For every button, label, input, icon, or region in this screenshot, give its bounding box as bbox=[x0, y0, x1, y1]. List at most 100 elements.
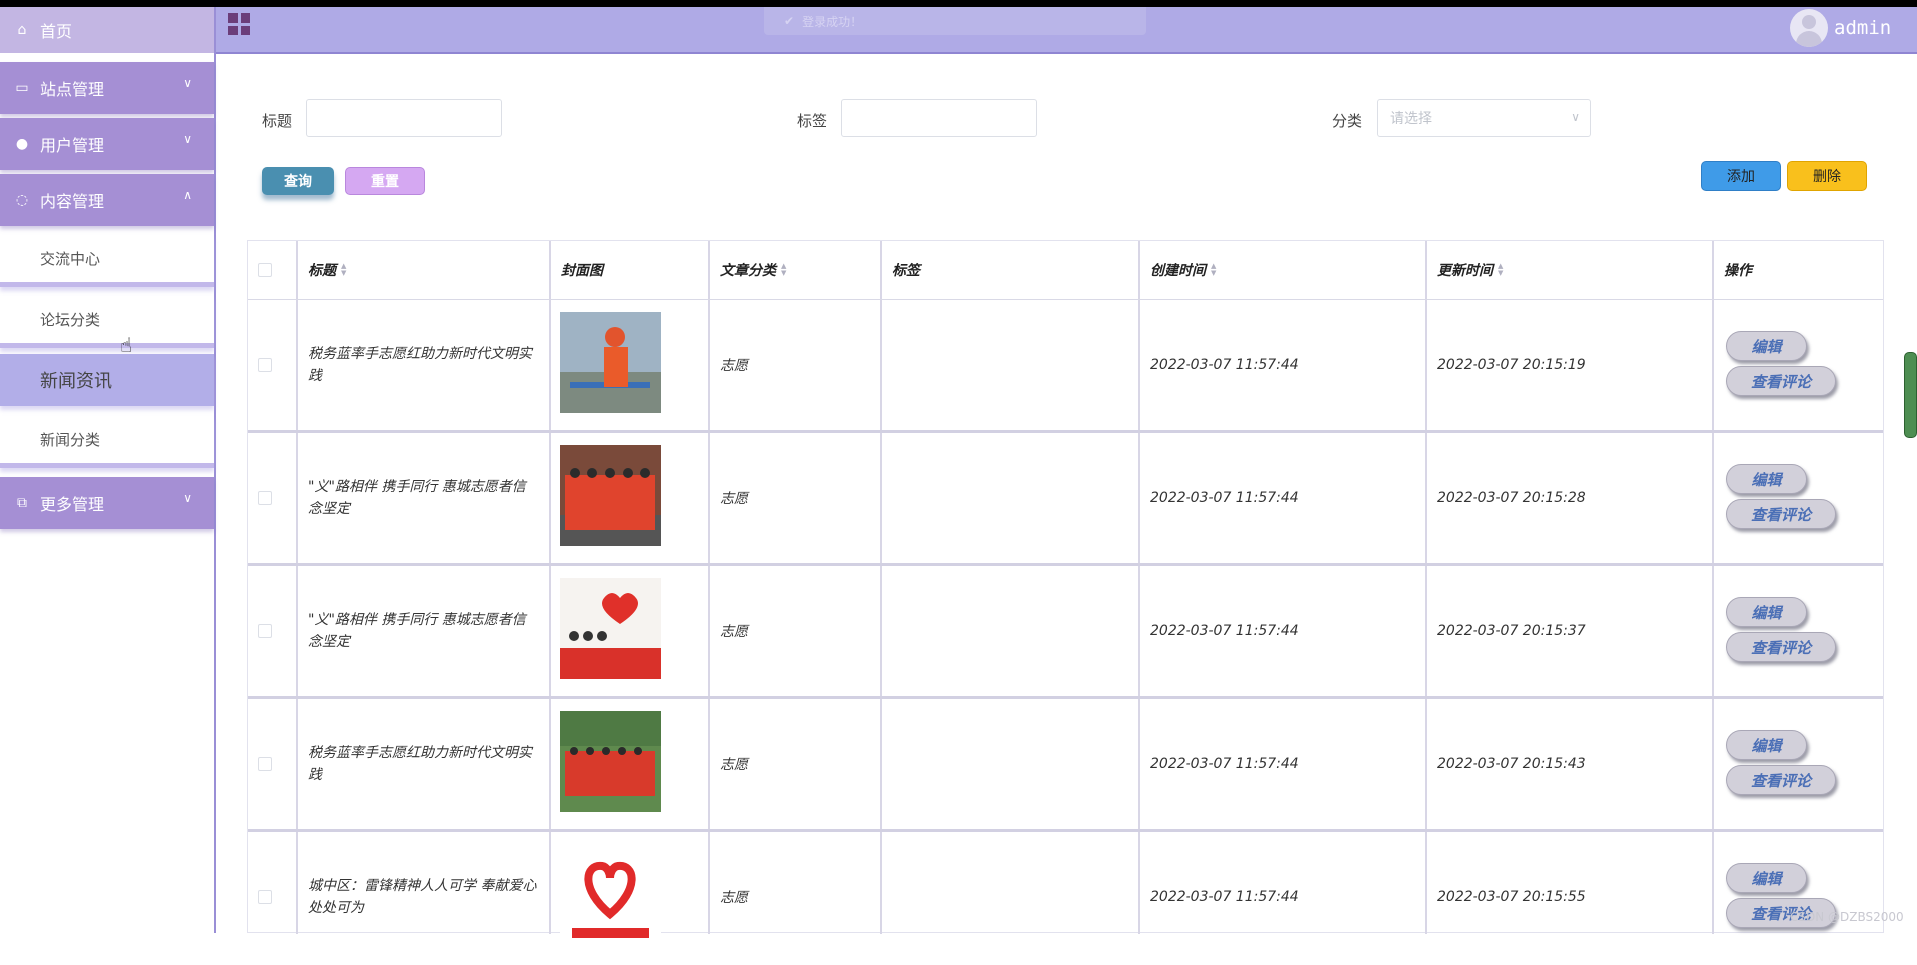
monitor-icon: ▭ bbox=[15, 80, 29, 96]
sidebar-item-exchange-center[interactable]: 交流中心 bbox=[0, 235, 214, 287]
title-filter-label: 标题 bbox=[262, 112, 293, 130]
news-table: 标题 ▲ ▼ 封面图 文章分类 ▲ ▼ 标签 创建时间 ▲ ▼ 更新时间 ▲ ▼ 操作 … bbox=[247, 240, 1884, 945]
sidebar-item-label: 交流中心 bbox=[40, 250, 101, 268]
edit-button[interactable]: 编辑 bbox=[1726, 597, 1807, 627]
edit-button[interactable]: 编辑 bbox=[1726, 331, 1807, 361]
sidebar-group-site[interactable]: ▭ 站点管理 ∨ bbox=[0, 62, 214, 114]
sidebar-item-label: 论坛分类 bbox=[40, 311, 101, 329]
cover-image bbox=[560, 445, 661, 546]
row-category: 志愿 bbox=[720, 890, 748, 906]
select-all-checkbox[interactable] bbox=[258, 263, 272, 277]
header-label: 标题 bbox=[308, 263, 336, 279]
sidebar-item-news-category[interactable]: 新闻分类 bbox=[0, 416, 214, 468]
row-created: 2022-03-07 11:57:44 bbox=[1150, 889, 1299, 905]
toast-text: 登录成功！ bbox=[802, 14, 863, 29]
cover-image bbox=[560, 578, 661, 679]
sort-icon[interactable]: ▲ ▼ bbox=[781, 263, 786, 277]
view-comments-button[interactable]: 查看评论 bbox=[1726, 632, 1836, 662]
edit-button[interactable]: 编辑 bbox=[1726, 863, 1807, 893]
sidebar-group-more[interactable]: ⧉ 更多管理 ∨ bbox=[0, 477, 214, 529]
reset-button[interactable]: 重置 bbox=[345, 167, 425, 195]
table-header: 标题 ▲ ▼ 封面图 文章分类 ▲ ▼ 标签 创建时间 ▲ ▼ 更新时间 ▲ ▼ 操作 bbox=[248, 241, 1883, 300]
chevron-down-icon: ∨ bbox=[183, 76, 192, 90]
row-checkbox[interactable] bbox=[258, 757, 272, 771]
home-icon: ⌂ bbox=[17, 22, 27, 38]
header-category[interactable]: 文章分类 ▲ ▼ bbox=[710, 241, 878, 299]
sidebar-group-label: 内容管理 bbox=[40, 192, 105, 211]
row-category: 志愿 bbox=[720, 624, 748, 640]
sidebar-item-forum-category[interactable]: 论坛分类 bbox=[0, 296, 214, 348]
tag-filter-label: 标签 bbox=[797, 112, 828, 130]
row-title: 税务蓝率手志愿红助力新时代文明实践 bbox=[308, 346, 532, 384]
user-icon: ● bbox=[15, 136, 29, 152]
row-title: "义"路相伴 携手同行 惠城志愿者信念坚定 bbox=[308, 479, 526, 517]
row-updated: 2022-03-07 20:15:19 bbox=[1437, 357, 1586, 373]
view-comments-button[interactable]: 查看评论 bbox=[1726, 499, 1836, 529]
row-created: 2022-03-07 11:57:44 bbox=[1150, 490, 1299, 506]
sidebar-group-label: 更多管理 bbox=[40, 495, 105, 514]
cover-image bbox=[560, 711, 661, 812]
header-title[interactable]: 标题 ▲ ▼ bbox=[298, 241, 548, 299]
row-checkbox[interactable] bbox=[258, 890, 272, 904]
query-button[interactable]: 查询 bbox=[262, 167, 334, 195]
title-filter-input[interactable] bbox=[306, 99, 502, 137]
avatar[interactable] bbox=[1790, 9, 1828, 47]
header-label: 文章分类 bbox=[720, 263, 776, 279]
category-placeholder: 请选择 bbox=[1390, 111, 1432, 127]
header-actions: 操作 bbox=[1714, 241, 1874, 299]
row-category: 志愿 bbox=[720, 491, 748, 507]
username[interactable]: admin bbox=[1834, 17, 1891, 39]
row-category: 志愿 bbox=[720, 358, 748, 374]
row-tags bbox=[882, 699, 892, 829]
edit-button[interactable]: 编辑 bbox=[1726, 464, 1807, 494]
row-tags bbox=[882, 832, 892, 962]
sort-icon[interactable]: ▲ ▼ bbox=[1211, 263, 1216, 277]
header-updated[interactable]: 更新时间 ▲ ▼ bbox=[1427, 241, 1710, 299]
vertical-scrollbar[interactable] bbox=[1904, 352, 1917, 438]
row-tags bbox=[882, 433, 892, 563]
row-updated: 2022-03-07 20:15:28 bbox=[1437, 490, 1586, 506]
category-filter-label: 分类 bbox=[1332, 112, 1363, 130]
delete-button[interactable]: 删除 bbox=[1787, 161, 1867, 191]
row-checkbox[interactable] bbox=[258, 491, 272, 505]
sidebar-item-label: 新闻分类 bbox=[40, 431, 101, 449]
header-label: 创建时间 bbox=[1150, 263, 1206, 279]
mouse-pointer-icon: ☝ bbox=[120, 333, 133, 357]
row-created: 2022-03-07 11:57:44 bbox=[1150, 623, 1299, 639]
row-checkbox[interactable] bbox=[258, 624, 272, 638]
edit-button[interactable]: 编辑 bbox=[1726, 730, 1807, 760]
category-select[interactable]: 请选择 ∨ bbox=[1377, 99, 1591, 137]
row-title: 税务蓝率手志愿红助力新时代文明实践 bbox=[308, 745, 532, 783]
sidebar-item-news[interactable]: 新闻资讯 bbox=[0, 354, 214, 406]
grid-menu-icon[interactable] bbox=[228, 13, 250, 35]
header-created[interactable]: 创建时间 ▲ ▼ bbox=[1140, 241, 1423, 299]
chevron-down-icon: ∨ bbox=[1571, 110, 1580, 124]
table-row: 税务蓝率手志愿红助力新时代文明实践 志愿 2022-03-07 11:57:44… bbox=[248, 699, 1883, 832]
row-updated: 2022-03-07 20:15:55 bbox=[1437, 889, 1586, 905]
tag-filter-input[interactable] bbox=[841, 99, 1037, 137]
sidebar: ⌂ 首页 ▭ 站点管理 ∨ ● 用户管理 ∨ ◌ 内容管理 ∧ 交流中心 论坛分… bbox=[0, 7, 216, 933]
view-comments-button[interactable]: 查看评论 bbox=[1726, 765, 1836, 795]
row-category: 志愿 bbox=[720, 757, 748, 773]
header-label: 标签 bbox=[892, 263, 920, 279]
row-tags bbox=[882, 566, 892, 696]
sidebar-item-home[interactable]: ⌂ 首页 bbox=[0, 7, 214, 53]
view-comments-button[interactable]: 查看评论 bbox=[1726, 366, 1836, 396]
sort-icon[interactable]: ▲ ▼ bbox=[341, 263, 346, 277]
table-row: 城中区：雷锋精神人人可学 奉献爱心处处可为 志愿 2022-03-07 11:5… bbox=[248, 832, 1883, 965]
sidebar-group-label: 站点管理 bbox=[40, 80, 105, 99]
row-title: 城中区：雷锋精神人人可学 奉献爱心处处可为 bbox=[308, 878, 537, 916]
sort-icon[interactable]: ▲ ▼ bbox=[1498, 263, 1503, 277]
sidebar-group-users[interactable]: ● 用户管理 ∨ bbox=[0, 118, 214, 170]
cover-image bbox=[560, 312, 661, 413]
row-checkbox[interactable] bbox=[258, 358, 272, 372]
header-tags: 标签 bbox=[882, 241, 1136, 299]
row-created: 2022-03-07 11:57:44 bbox=[1150, 756, 1299, 772]
table-row: "义"路相伴 携手同行 惠城志愿者信念坚定 志愿 2022-03-07 11:5… bbox=[248, 433, 1883, 566]
toast-message: ✔ 登录成功！ bbox=[764, 7, 1146, 35]
add-button[interactable]: 添加 bbox=[1701, 161, 1781, 191]
header-label: 操作 bbox=[1724, 263, 1752, 279]
sidebar-group-content[interactable]: ◌ 内容管理 ∧ bbox=[0, 174, 214, 226]
chevron-down-icon: ∨ bbox=[183, 132, 192, 146]
watermark: CSDN @DZBS2000 bbox=[1790, 910, 1904, 924]
